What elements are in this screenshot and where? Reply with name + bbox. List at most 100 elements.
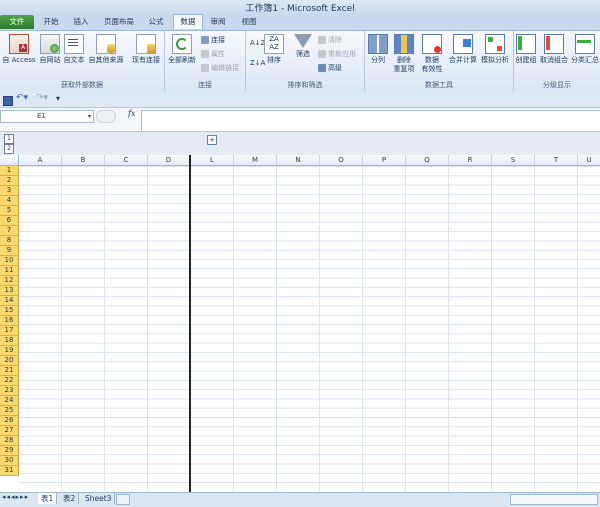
- row-header[interactable]: 28: [0, 436, 19, 446]
- customize-qat-icon[interactable]: ▾: [56, 94, 60, 103]
- from-web-button[interactable]: 自网站: [38, 34, 62, 65]
- subtotal-button[interactable]: 分类汇总: [570, 34, 600, 65]
- column-header[interactable]: C: [105, 155, 148, 165]
- sheet-tab[interactable]: 表1: [38, 493, 58, 504]
- row-header[interactable]: 13: [0, 286, 19, 296]
- row-header[interactable]: 3: [0, 186, 19, 196]
- column-header[interactable]: N: [277, 155, 320, 165]
- tab-file[interactable]: 文件: [0, 15, 34, 29]
- sort-button[interactable]: ZA AZ 排序: [264, 34, 284, 65]
- row-header[interactable]: 18: [0, 336, 19, 346]
- column-header[interactable]: P: [363, 155, 406, 165]
- column-header[interactable]: A: [19, 155, 62, 165]
- formula-input[interactable]: [141, 110, 600, 132]
- from-other-sources-button[interactable]: 自其他来源: [86, 34, 126, 65]
- horizontal-scrollbar[interactable]: [510, 494, 598, 505]
- row-header[interactable]: 16: [0, 316, 19, 326]
- row-header[interactable]: 22: [0, 376, 19, 386]
- row-header[interactable]: 12: [0, 276, 19, 286]
- row-header[interactable]: 23: [0, 386, 19, 396]
- row-header[interactable]: 8: [0, 236, 19, 246]
- row-header[interactable]: 5: [0, 206, 19, 216]
- tab-formulas[interactable]: 公式: [140, 15, 172, 29]
- text-to-columns-button[interactable]: 分列: [367, 34, 389, 65]
- column-header[interactable]: R: [449, 155, 492, 165]
- column-header[interactable]: L: [191, 155, 234, 165]
- tab-insert[interactable]: 插入: [66, 15, 96, 29]
- from-access-button[interactable]: A 自 Access: [2, 34, 36, 65]
- properties-button[interactable]: 属性: [201, 50, 225, 59]
- row-header[interactable]: 27: [0, 426, 19, 436]
- tab-home[interactable]: 开始: [36, 15, 66, 29]
- cell-grid[interactable]: [19, 166, 600, 491]
- row-header[interactable]: 21: [0, 366, 19, 376]
- what-if-analysis-button[interactable]: 模拟分析: [479, 34, 511, 65]
- remove-duplicates-button[interactable]: 删除 重复项: [391, 34, 417, 74]
- row-header[interactable]: 6: [0, 216, 19, 226]
- row-header[interactable]: 11: [0, 266, 19, 276]
- row-header[interactable]: 25: [0, 406, 19, 416]
- sheet-tab[interactable]: 表2: [60, 493, 80, 504]
- clear-button[interactable]: 清除: [318, 36, 342, 45]
- remove-duplicates-icon: [394, 34, 414, 54]
- refresh-icon: [172, 34, 192, 54]
- row-header[interactable]: 31: [0, 466, 19, 476]
- column-header[interactable]: M: [234, 155, 277, 165]
- tab-view[interactable]: 视图: [234, 15, 264, 29]
- sheet-tab[interactable]: Sheet3: [82, 493, 116, 504]
- insert-function-icon[interactable]: fx: [128, 109, 135, 118]
- column-header[interactable]: B: [62, 155, 105, 165]
- expand-group-button[interactable]: +: [207, 135, 217, 145]
- outline-level-2-button[interactable]: 2: [4, 144, 14, 154]
- formula-bar-resize-handle[interactable]: [96, 110, 116, 123]
- ungroup-button[interactable]: 取消组合: [538, 34, 570, 65]
- filter-button[interactable]: 筛选: [292, 34, 314, 59]
- select-all-corner[interactable]: [0, 155, 19, 165]
- row-header[interactable]: 7: [0, 226, 19, 236]
- row-header[interactable]: 4: [0, 196, 19, 206]
- data-validation-button[interactable]: 数据 有效性: [419, 34, 445, 74]
- row-header[interactable]: 9: [0, 246, 19, 256]
- row-header[interactable]: 1: [0, 166, 19, 176]
- tab-review[interactable]: 审阅: [203, 15, 233, 29]
- from-text-button[interactable]: 自文本: [62, 34, 86, 65]
- name-box-dropdown-icon[interactable]: ▾: [88, 111, 91, 122]
- group-button[interactable]: 创建组: [514, 34, 538, 65]
- row-header[interactable]: 19: [0, 346, 19, 356]
- tab-data[interactable]: 数据: [173, 14, 203, 29]
- redo-icon[interactable]: ↷▾: [36, 93, 48, 103]
- sheet-nav-arrows-icon[interactable]: ◂◂◂▸▸▸: [2, 493, 29, 501]
- access-icon: A: [9, 34, 29, 54]
- insert-sheet-icon[interactable]: [116, 494, 130, 505]
- consolidate-button[interactable]: 合并计算: [447, 34, 479, 65]
- column-header[interactable]: S: [492, 155, 535, 165]
- row-header[interactable]: 26: [0, 416, 19, 426]
- connections-button[interactable]: 连接: [201, 36, 225, 45]
- row-header[interactable]: 10: [0, 256, 19, 266]
- row-header[interactable]: 30: [0, 456, 19, 466]
- row-header[interactable]: 20: [0, 356, 19, 366]
- tab-page-layout[interactable]: 页面布局: [98, 15, 140, 29]
- existing-connections-button[interactable]: 现有连接: [130, 34, 162, 65]
- data-validation-icon: [422, 34, 442, 54]
- advanced-button[interactable]: 高级: [318, 64, 342, 73]
- row-header[interactable]: 17: [0, 326, 19, 336]
- group-get-external-data: A 自 Access 自网站 自文本 自其他来源 现有连接 获取外部数据: [0, 31, 165, 91]
- column-header[interactable]: Q: [406, 155, 449, 165]
- name-box[interactable]: E1 ▾: [0, 110, 94, 123]
- row-header[interactable]: 24: [0, 396, 19, 406]
- row-header[interactable]: 29: [0, 446, 19, 456]
- undo-icon[interactable]: ↶▾: [16, 93, 28, 103]
- row-header[interactable]: 2: [0, 176, 19, 186]
- column-header[interactable]: T: [535, 155, 578, 165]
- save-icon[interactable]: [3, 96, 13, 106]
- edit-links-button[interactable]: 编辑链接: [201, 64, 239, 73]
- column-header[interactable]: O: [320, 155, 363, 165]
- row-header[interactable]: 14: [0, 296, 19, 306]
- outline-level-1-button[interactable]: 1: [4, 134, 14, 144]
- column-header[interactable]: U: [578, 155, 600, 165]
- reapply-button[interactable]: 重新应用: [318, 50, 356, 59]
- column-header[interactable]: D: [148, 155, 190, 165]
- refresh-all-button[interactable]: 全部刷新: [167, 34, 197, 65]
- row-header[interactable]: 15: [0, 306, 19, 316]
